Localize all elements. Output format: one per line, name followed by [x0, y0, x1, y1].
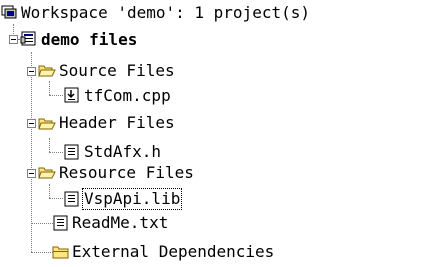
folder-label-header-files[interactable]: Header Files — [57, 112, 177, 134]
collapse-toggle-header-files[interactable] — [27, 119, 36, 128]
folder-label-source-files[interactable]: Source Files — [57, 60, 177, 82]
tree-connector — [31, 252, 53, 253]
tree-connector — [49, 138, 50, 152]
tree-connector — [13, 24, 14, 34]
project-label[interactable]: demo files — [39, 29, 139, 51]
tree-connector — [49, 95, 63, 96]
cpp-file-icon — [63, 87, 81, 103]
workspace-tree: Workspace 'demo': 1 project(s) demo file… — [0, 0, 427, 267]
tree-connector — [49, 81, 50, 95]
folder-open-icon — [38, 165, 56, 181]
file-label-tfcom[interactable]: tfCom.cpp — [82, 85, 173, 107]
collapse-toggle-source-files[interactable] — [27, 67, 36, 76]
tree-connector — [49, 198, 63, 199]
collapse-toggle-project[interactable] — [9, 35, 18, 44]
workspace-icon — [1, 5, 19, 21]
text-file-icon — [52, 215, 70, 231]
header-file-icon — [63, 144, 81, 160]
tree-connector — [31, 223, 53, 224]
tree-connector — [31, 52, 32, 252]
folder-open-icon — [38, 116, 56, 132]
folder-open-icon — [38, 63, 56, 79]
lib-file-icon — [63, 191, 81, 207]
file-label-stdafx[interactable]: StdAfx.h — [82, 141, 163, 163]
folder-label-external-dependencies[interactable]: External Dependencies — [70, 241, 276, 263]
folder-closed-icon — [52, 244, 70, 260]
project-icon — [20, 31, 38, 47]
tree-connector — [49, 152, 63, 153]
file-label-readme[interactable]: ReadMe.txt — [70, 212, 170, 234]
workspace-label[interactable]: Workspace 'demo': 1 project(s) — [19, 2, 312, 24]
file-label-vspapi[interactable]: VspApi.lib — [82, 188, 183, 210]
folder-label-resource-files[interactable]: Resource Files — [57, 162, 196, 184]
collapse-toggle-resource-files[interactable] — [27, 169, 36, 178]
tree-connector — [49, 184, 50, 198]
